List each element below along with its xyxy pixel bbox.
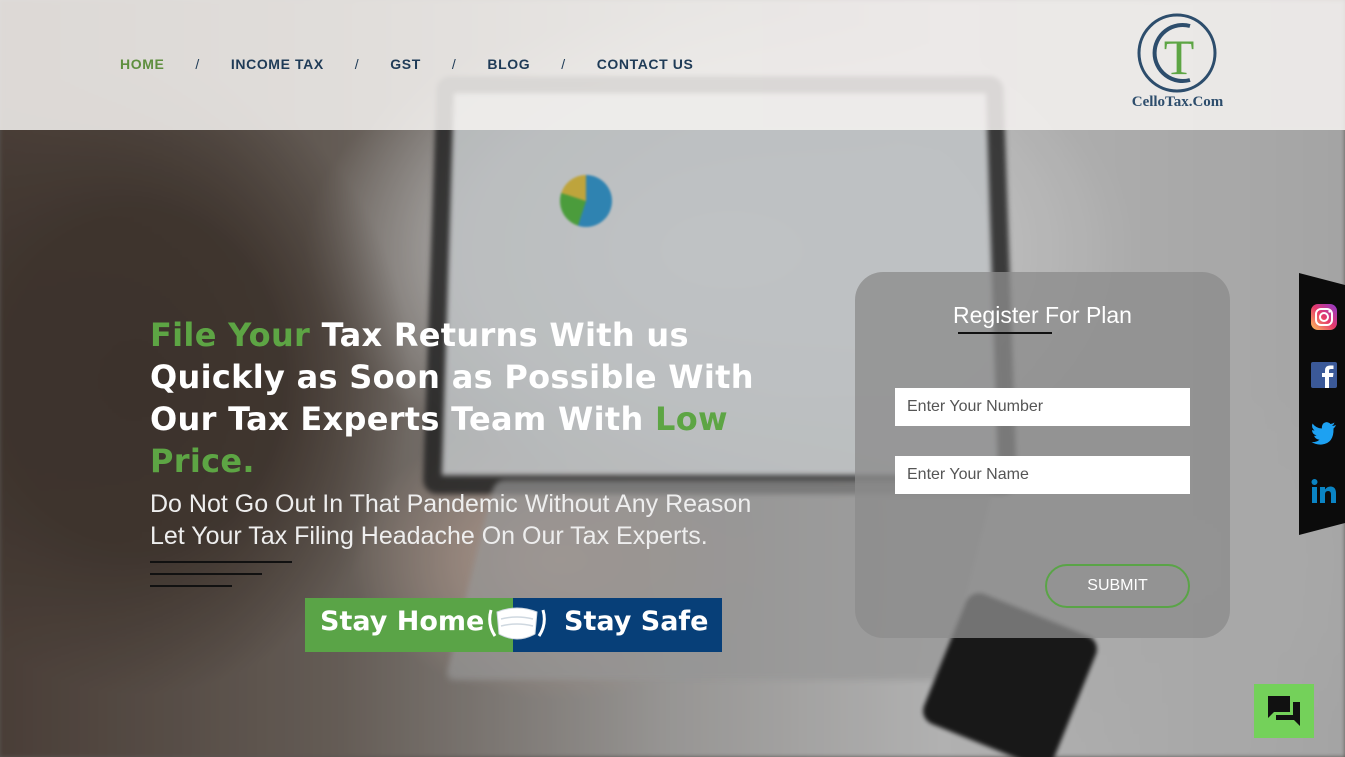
cellotax-logo[interactable]: T CelloTax.Com <box>1120 12 1235 114</box>
instagram-icon[interactable] <box>1310 303 1338 331</box>
register-title-underline <box>958 332 1052 334</box>
nav-separator: / <box>354 56 360 72</box>
subtext-line-2: Let Your Tax Filing Headache On Our Tax … <box>150 522 708 550</box>
name-input[interactable] <box>895 456 1190 494</box>
nav-home[interactable]: HOME <box>120 56 164 72</box>
nav-gst[interactable]: GST <box>390 56 421 72</box>
decorative-line <box>150 561 292 563</box>
main-nav: HOME / INCOME TAX / GST / BLOG / CONTACT… <box>120 56 693 72</box>
hero-headline: File Your Tax Returns With us Quickly as… <box>150 314 830 482</box>
hero-subtext: Do Not Go Out In That Pandemic Without A… <box>150 488 850 552</box>
logo-text: CelloTax.Com <box>1131 94 1224 110</box>
register-title: Register For Plan <box>953 302 1132 328</box>
banner-left-text: Stay Home <box>320 606 485 637</box>
headline-highlight-1: File Your <box>150 316 311 354</box>
register-card: Register For Plan SUBMIT <box>855 272 1230 638</box>
stay-home-banner: Stay Home Stay Safe <box>305 598 722 652</box>
nav-contact-us[interactable]: CONTACT US <box>597 56 694 72</box>
submit-button[interactable]: SUBMIT <box>1045 564 1190 608</box>
logo-letter: T <box>1164 29 1195 85</box>
banner-right-text: Stay Safe <box>564 606 709 637</box>
subtext-line-1: Do Not Go Out In That Pandemic Without A… <box>150 490 752 518</box>
decorative-line <box>150 585 232 587</box>
logo-mark: T <box>1137 13 1217 93</box>
nav-separator: / <box>451 56 457 72</box>
number-input[interactable] <box>895 388 1190 426</box>
nav-separator: / <box>561 56 566 72</box>
facebook-icon[interactable] <box>1310 361 1338 389</box>
nav-blog[interactable]: BLOG <box>487 56 530 72</box>
nav-separator: / <box>195 56 200 72</box>
site-header: HOME / INCOME TAX / GST / BLOG / CONTACT… <box>0 0 1345 130</box>
face-mask-icon <box>488 607 546 640</box>
chat-icon <box>1268 696 1300 726</box>
decorative-line <box>150 573 262 575</box>
social-strip <box>1299 273 1345 535</box>
nav-income-tax[interactable]: INCOME TAX <box>231 56 324 72</box>
linkedin-icon[interactable] <box>1310 477 1338 505</box>
twitter-icon[interactable] <box>1310 419 1338 447</box>
chat-button[interactable] <box>1254 684 1314 738</box>
